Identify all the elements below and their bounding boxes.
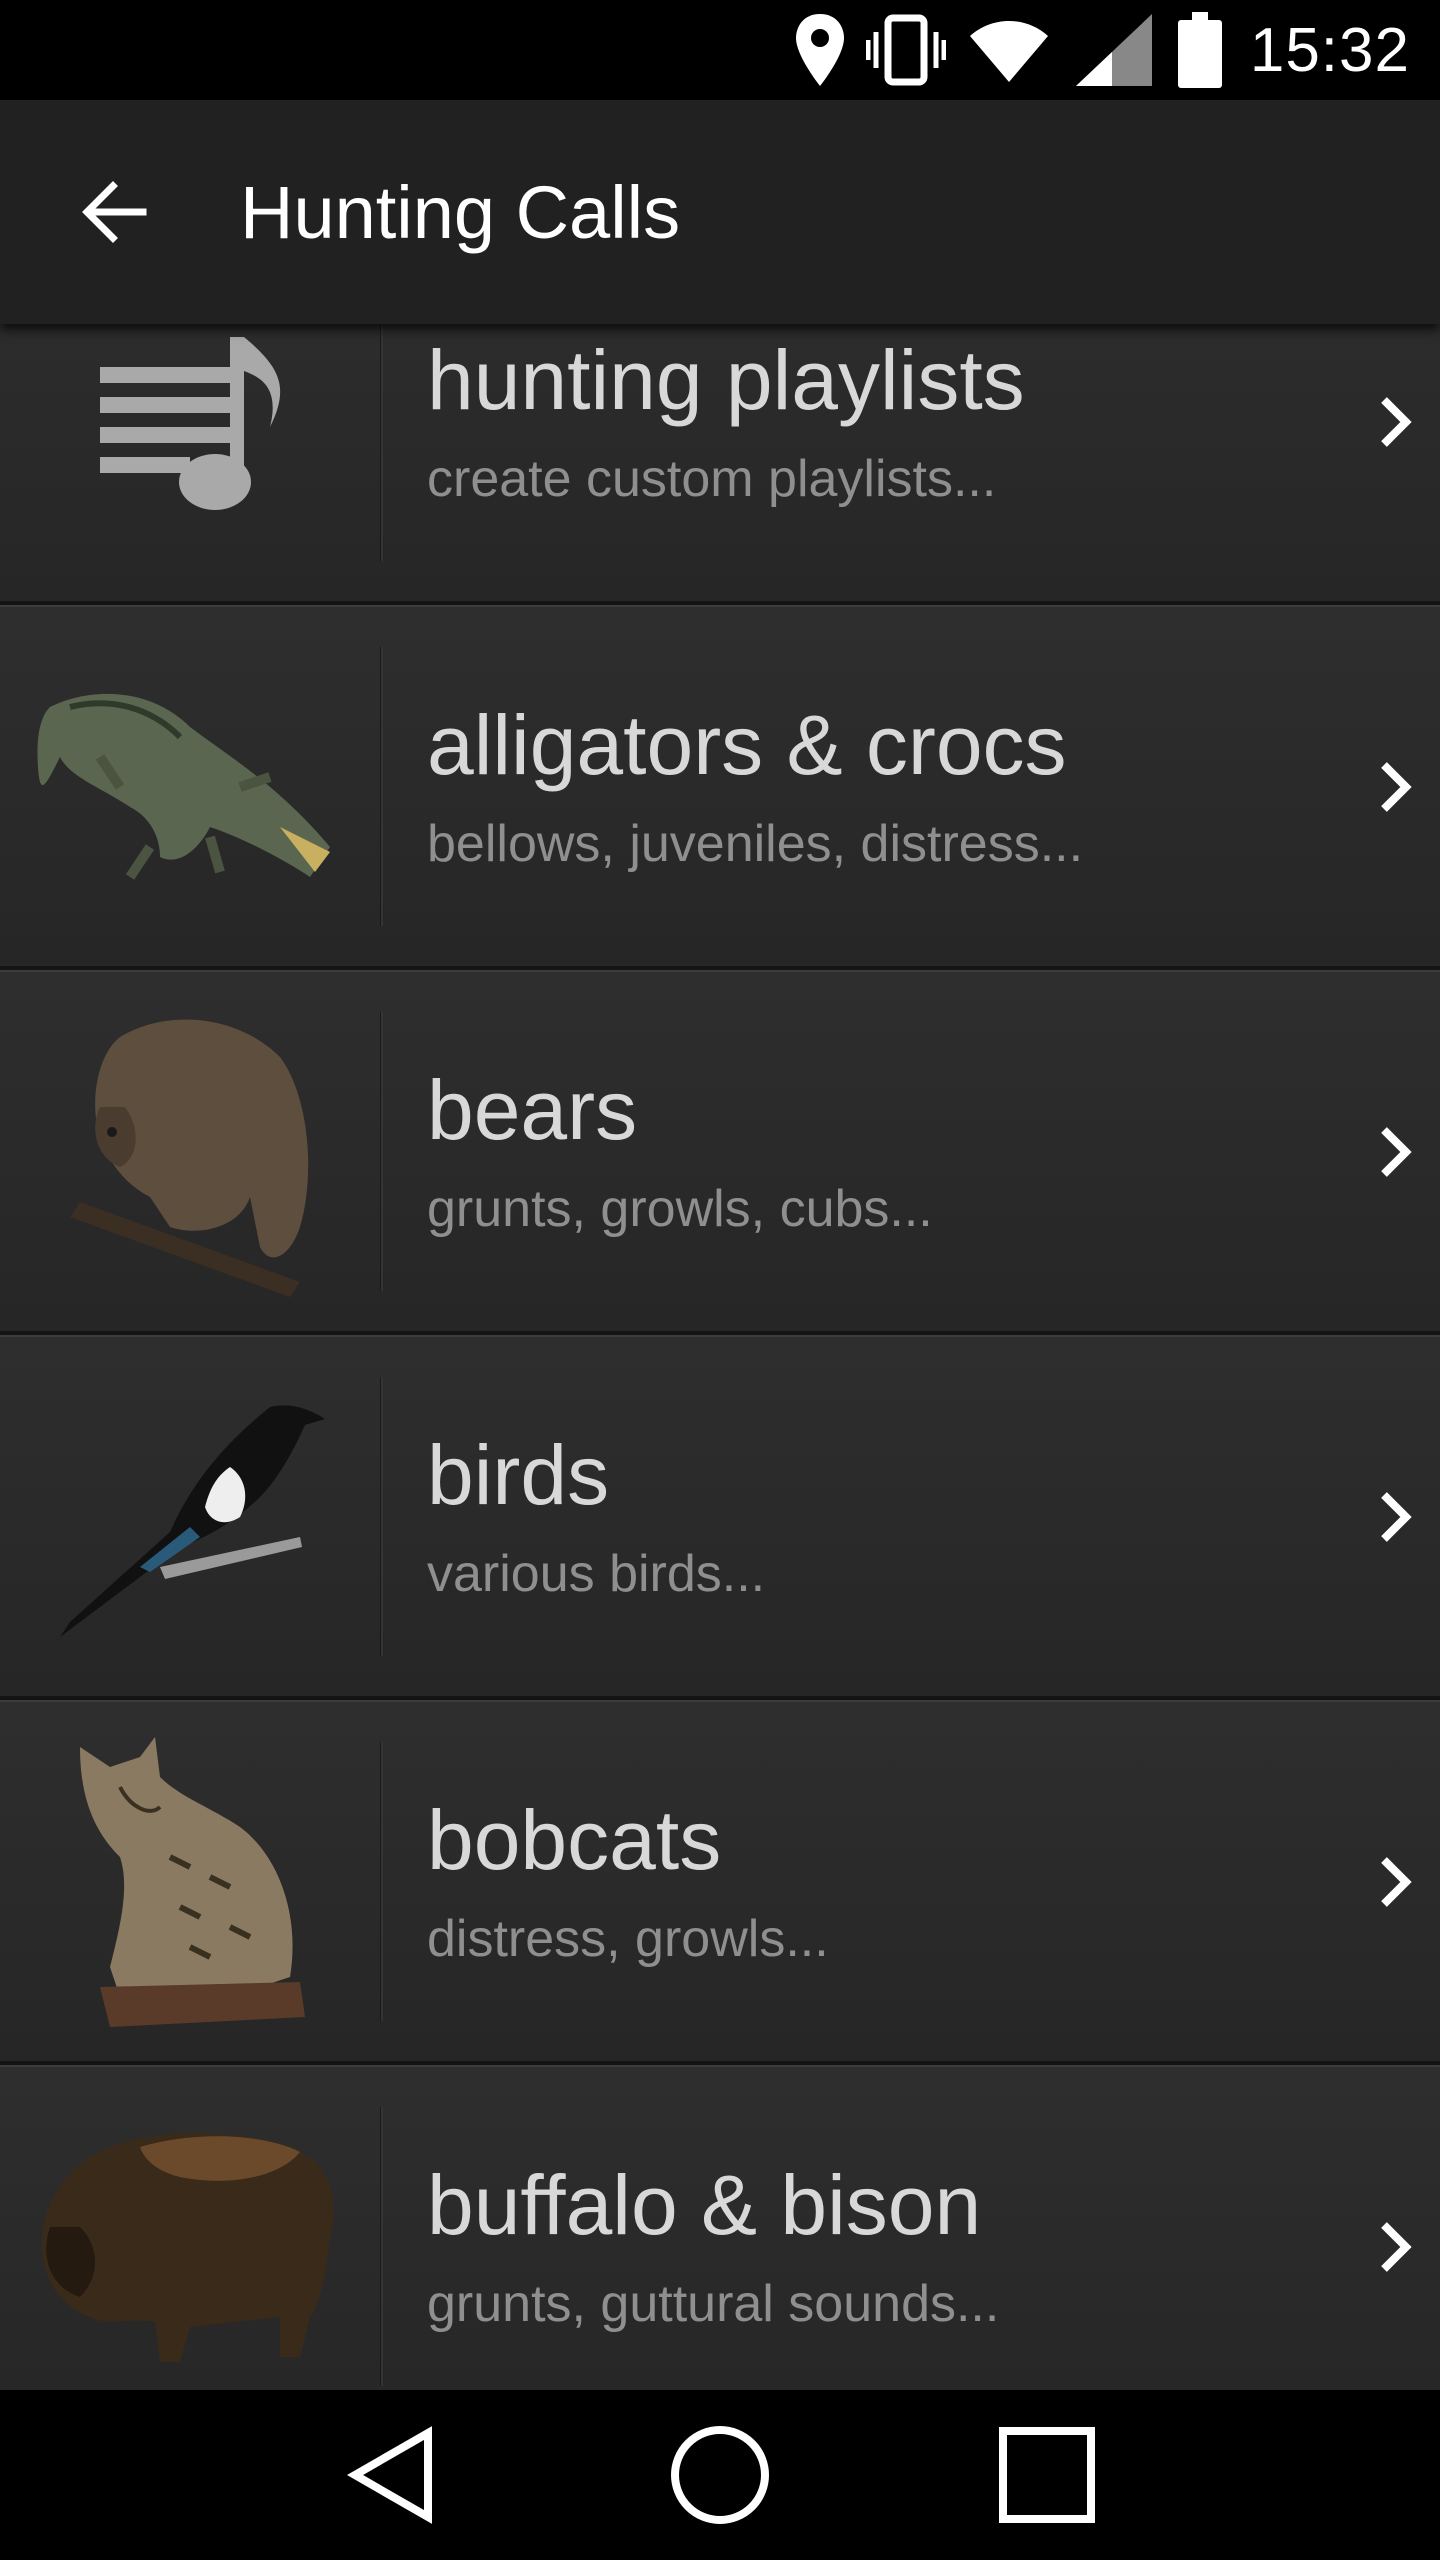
- magpie-image: [0, 1337, 380, 1696]
- bobcat-image: [0, 1702, 380, 2061]
- vibrate-icon: [865, 10, 946, 90]
- list-item-alligators-crocs[interactable]: alligators & crocs bellows, juveniles, d…: [0, 605, 1440, 970]
- list-item-title: hunting playlists: [427, 333, 1025, 428]
- row-divider: [380, 1742, 383, 2021]
- list-item-subtitle: grunts, guttural sounds...: [427, 2274, 1000, 2333]
- list-item-title: birds: [427, 1428, 610, 1523]
- list-item-title: bobcats: [427, 1793, 722, 1888]
- chevron-right-icon: [1364, 2207, 1424, 2287]
- list-item-subtitle: create custom playlists...: [427, 449, 997, 508]
- back-button[interactable]: [0, 100, 230, 324]
- location-icon: [792, 10, 848, 90]
- wifi-icon: [964, 10, 1054, 90]
- row-divider: [380, 647, 383, 926]
- list-item-subtitle: bellows, juveniles, distress...: [427, 814, 1084, 873]
- chevron-right-icon: [1364, 1477, 1424, 1557]
- signal-icon: [1072, 10, 1158, 90]
- bear-image: [0, 972, 380, 1331]
- row-divider: [380, 1012, 383, 1291]
- back-triangle-icon[interactable]: [333, 2415, 453, 2535]
- status-time: 15:32: [1249, 15, 1410, 85]
- page-title: Hunting Calls: [240, 170, 681, 254]
- row-divider: [380, 1377, 383, 1656]
- list-item-bears[interactable]: bears grunts, growls, cubs...: [0, 970, 1440, 1335]
- status-bar: 15:32: [0, 0, 1440, 100]
- playlist-music-icon: [0, 324, 380, 601]
- bison-image: [0, 2067, 380, 2390]
- chevron-right-icon: [1364, 1842, 1424, 1922]
- list-item-bobcats[interactable]: bobcats distress, growls...: [0, 1700, 1440, 2065]
- list-item-title: buffalo & bison: [427, 2158, 982, 2253]
- chevron-right-icon: [1364, 382, 1424, 462]
- app-bar: Hunting Calls: [0, 100, 1440, 324]
- list-item-title: bears: [427, 1063, 638, 1158]
- row-divider: [380, 324, 383, 561]
- recents-square-icon[interactable]: [987, 2415, 1107, 2535]
- battery-icon: [1176, 10, 1224, 90]
- chevron-right-icon: [1364, 1112, 1424, 1192]
- alligator-image: [0, 607, 380, 966]
- home-circle-icon[interactable]: [660, 2415, 780, 2535]
- arrow-left-icon: [82, 181, 147, 243]
- system-nav-bar: [0, 2390, 1440, 2560]
- list-item-subtitle: distress, growls...: [427, 1909, 829, 1968]
- category-list: hunting playlists create custom playlist…: [0, 324, 1440, 2390]
- list-item-buffalo-bison[interactable]: buffalo & bison grunts, guttural sounds.…: [0, 2065, 1440, 2390]
- list-item-subtitle: grunts, growls, cubs...: [427, 1179, 933, 1238]
- list-item-subtitle: various birds...: [427, 1544, 766, 1603]
- list-item-title: alligators & crocs: [427, 698, 1067, 793]
- list-item-birds[interactable]: birds various birds...: [0, 1335, 1440, 1700]
- list-item-hunting-playlists[interactable]: hunting playlists create custom playlist…: [0, 324, 1440, 605]
- chevron-right-icon: [1364, 747, 1424, 827]
- row-divider: [380, 2107, 383, 2386]
